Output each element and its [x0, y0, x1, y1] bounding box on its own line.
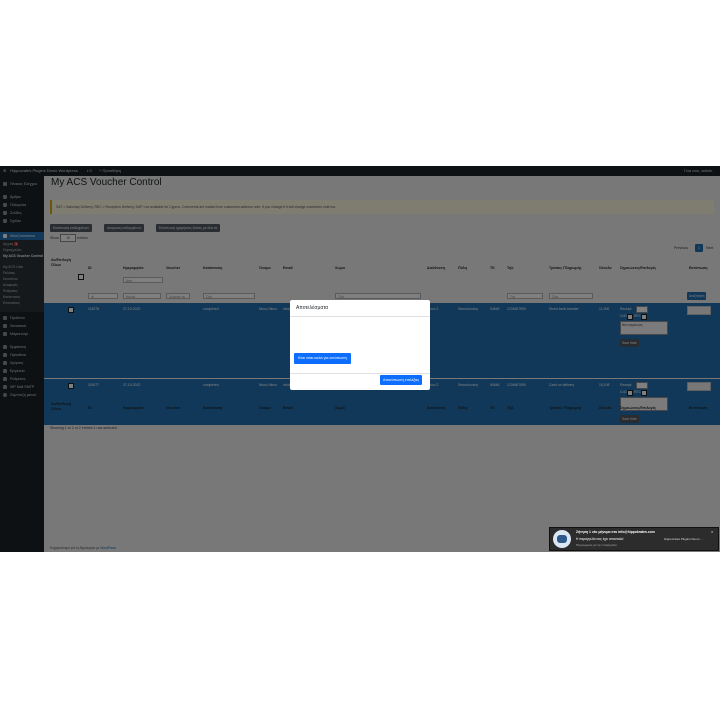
notification-body: Η παραγγελία σας έχει αποσταλεί [576, 537, 624, 541]
modal-message-button[interactable]: Κάτι πάει καλά για εκτύπωση [294, 353, 351, 364]
results-modal: Αποτελέσματα Κάτι πάει καλά για εκτύπωση… [290, 300, 430, 390]
notification-app-icon [553, 530, 571, 548]
modal-ok-button[interactable]: Αποτύπωση επιλέξας [380, 375, 423, 385]
notification-toast[interactable]: Ζήτηση 1 νέο μήνυμα στο info@hippokrates… [549, 527, 719, 551]
wordpress-admin-screen: ⊕ Hippocrates Plugins Demo Wordpress ▪ 0… [0, 166, 720, 552]
modal-title: Αποτελέσματα [296, 305, 329, 311]
modal-divider [290, 316, 430, 317]
modal-divider [290, 373, 430, 374]
notification-source: Πληροφορίες για την παραγγελία [576, 543, 617, 547]
notification-app-name: Hippocrates Plugins Demo ... [664, 537, 703, 541]
close-icon[interactable]: × [711, 529, 713, 534]
notification-title: Ζήτηση 1 νέο μήνυμα στο info@hippokrates… [576, 530, 655, 534]
